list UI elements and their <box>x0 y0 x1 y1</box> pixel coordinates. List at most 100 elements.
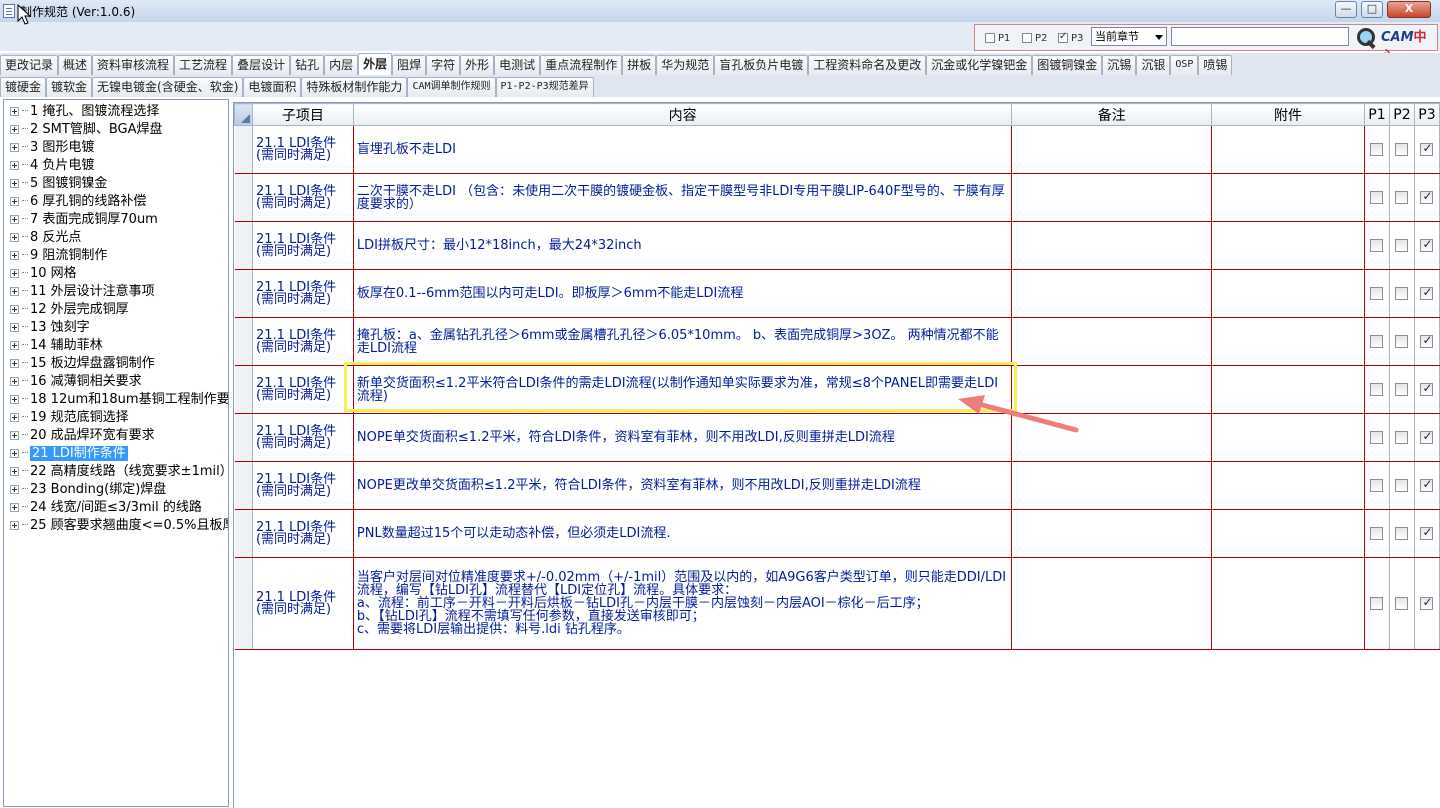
tab-row1-16[interactable]: 工程资料命名及更改 <box>808 55 927 75</box>
tab-row1-19[interactable]: 沉锡 <box>1102 55 1137 75</box>
p1-filter-checkbox[interactable]: P1 <box>985 31 1010 45</box>
cell-remark[interactable] <box>1011 173 1213 222</box>
expand-icon[interactable] <box>10 341 19 350</box>
expand-icon[interactable] <box>10 503 19 512</box>
cell-content[interactable]: NOPE更改单交货面积≤1.2平米，符合LDI条件，资料室有菲林，则不用改LDI… <box>353 461 1013 510</box>
p3-filter-checkbox[interactable]: P3 <box>1058 31 1083 45</box>
cell-attachment[interactable] <box>1211 557 1365 650</box>
p2-checkbox[interactable] <box>1395 335 1409 348</box>
table-row[interactable]: 21.1 LDI条件(需同时满足) 二次干膜不走LDI （包含：未使用二次干膜的镀… <box>234 173 1440 222</box>
p3-checkbox[interactable] <box>1420 382 1434 396</box>
header-remark[interactable]: 备注 <box>1011 103 1213 126</box>
cell-content[interactable]: 新单交货面积≤1.2平米符合LDI条件的需走LDI流程(以制作通知单实际要求为准… <box>353 365 1013 414</box>
cell-sub-item[interactable]: 21.1 LDI条件(需同时满足) <box>252 461 354 510</box>
tab-row2-5[interactable]: CAM调单制作规则 <box>407 77 496 97</box>
expand-icon[interactable] <box>10 251 19 260</box>
close-button[interactable]: X <box>1387 1 1431 18</box>
cell-remark[interactable] <box>1011 317 1213 366</box>
cell-sub-item[interactable]: 21.1 LDI条件(需同时满足) <box>252 125 354 174</box>
p1-checkbox[interactable] <box>1370 479 1384 492</box>
p3-checkbox[interactable] <box>1420 478 1434 492</box>
cell-attachment[interactable] <box>1211 413 1365 462</box>
search-input[interactable] <box>1171 27 1349 46</box>
table-row[interactable]: 21.1 LDI条件(需同时满足) LDI拼板尺寸：最小12*18inch，最大2… <box>234 221 1440 270</box>
expand-icon[interactable] <box>10 413 19 422</box>
tab-row2-1[interactable]: 镀软金 <box>46 77 93 97</box>
expand-icon[interactable] <box>10 179 19 188</box>
tab-row2-2[interactable]: 无镍电镀金(含硬金、软金) <box>92 77 244 97</box>
expand-icon[interactable] <box>10 197 19 206</box>
tab-row2-6[interactable]: P1-P2-P3规范差异 <box>495 77 594 97</box>
expand-icon[interactable] <box>10 125 19 134</box>
tree-item[interactable]: 3 图形电镀 <box>10 139 94 157</box>
header-attachment[interactable]: 附件 <box>1211 103 1365 126</box>
expand-icon[interactable] <box>10 233 19 242</box>
p1-checkbox[interactable] <box>1370 527 1384 540</box>
cell-content[interactable]: 当客户对层间对位精准度要求+/-0.02mm（+/-1mil）范围及以内的，如A… <box>353 557 1013 650</box>
tab-row1-7[interactable]: 外层 <box>358 53 393 75</box>
tab-row1-4[interactable]: 叠层设计 <box>232 55 291 75</box>
cell-sub-item[interactable]: 21.1 LDI条件(需同时满足) <box>252 365 354 414</box>
expand-icon[interactable] <box>10 521 19 530</box>
p2-checkbox[interactable] <box>1395 431 1409 444</box>
expand-icon[interactable] <box>10 305 19 314</box>
p3-checkbox[interactable] <box>1420 334 1434 348</box>
tree-item[interactable]: 19 规范底铜选择 <box>10 409 129 427</box>
cell-attachment[interactable] <box>1211 221 1365 270</box>
table-row[interactable]: 21.1 LDI条件(需同时满足) 新单交货面积≤1.2平米符合LDI条件的需走L… <box>234 365 1440 414</box>
cell-content[interactable]: 掩孔板：a、金属钻孔孔径＞6mm或金属槽孔孔径＞6.05*10mm。 b、表面完… <box>353 317 1013 366</box>
tab-row1-22[interactable]: 喷锡 <box>1198 55 1233 75</box>
tab-row1-11[interactable]: 电测试 <box>494 55 541 75</box>
tree-item[interactable]: 14 辅助菲林 <box>10 337 103 355</box>
tab-row1-9[interactable]: 字符 <box>426 55 461 75</box>
cell-remark[interactable] <box>1011 269 1213 318</box>
p1-checkbox[interactable] <box>1370 287 1384 300</box>
search-button[interactable] <box>1353 25 1379 50</box>
tree-item[interactable]: 9 阻流铜制作 <box>10 247 107 265</box>
tab-row1-0[interactable]: 更改记录 <box>0 55 59 75</box>
tree-item[interactable]: 5 图镀铜镍金 <box>10 175 107 193</box>
cell-sub-item[interactable]: 21.1 LDI条件(需同时满足) <box>252 221 354 270</box>
cell-remark[interactable] <box>1011 221 1213 270</box>
row-selector[interactable] <box>234 269 253 318</box>
tab-row1-1[interactable]: 概述 <box>58 55 93 75</box>
expand-icon[interactable] <box>10 269 19 278</box>
expand-icon[interactable] <box>10 215 19 224</box>
tree-item[interactable]: 4 负片电镀 <box>10 157 94 175</box>
tab-row1-6[interactable]: 内层 <box>324 55 359 75</box>
cell-remark[interactable] <box>1011 365 1213 414</box>
tree-item[interactable]: 15 板边焊盘露铜制作 <box>10 355 155 373</box>
p1-checkbox[interactable] <box>1370 191 1384 204</box>
cell-remark[interactable] <box>1011 461 1213 510</box>
tree-item[interactable]: 23 Bonding(绑定)焊盘 <box>10 481 166 499</box>
header-p2[interactable]: P2 <box>1388 103 1415 126</box>
cell-sub-item[interactable]: 21.1 LDI条件(需同时满足) <box>252 173 354 222</box>
tab-row1-5[interactable]: 钻孔 <box>290 55 325 75</box>
expand-icon[interactable] <box>10 467 19 476</box>
grid-corner[interactable] <box>234 103 253 126</box>
cell-attachment[interactable] <box>1211 173 1365 222</box>
row-selector[interactable] <box>234 125 253 174</box>
expand-icon[interactable] <box>10 377 19 386</box>
table-row[interactable]: 21.1 LDI条件(需同时满足) PNL数量超过15个可以走动态补偿，但必须走L… <box>234 509 1440 558</box>
minimize-button[interactable]: — <box>1335 1 1357 18</box>
tree-item[interactable]: 22 高精度线路（线宽要求±1mil） <box>10 463 228 481</box>
cell-attachment[interactable] <box>1211 269 1365 318</box>
p3-checkbox[interactable] <box>1420 430 1434 444</box>
tab-row1-17[interactable]: 沉金或化学镍钯金 <box>926 55 1033 75</box>
table-row[interactable]: 21.1 LDI条件(需同时满足) NOPE单交货面积≤1.2平米，符合LDI条件… <box>234 413 1440 462</box>
p3-checkbox[interactable] <box>1420 596 1434 610</box>
cell-sub-item[interactable]: 21.1 LDI条件(需同时满足) <box>252 509 354 558</box>
tab-row2-4[interactable]: 特殊板材制作能力 <box>301 77 408 97</box>
tree-item[interactable]: 24 线宽/间距≤3/3mil 的线路 <box>10 499 202 517</box>
cell-attachment[interactable] <box>1211 317 1365 366</box>
table-row[interactable]: 21.1 LDI条件(需同时满足) 掩孔板：a、金属钻孔孔径＞6mm或金属槽孔孔径… <box>234 317 1440 366</box>
header-content[interactable]: 内容 <box>352 103 1013 126</box>
header-p1[interactable]: P1 <box>1363 103 1390 126</box>
tree-item[interactable]: 11 外层设计注意事项 <box>10 283 155 301</box>
header-p3[interactable]: P3 <box>1413 103 1440 126</box>
tab-row1-18[interactable]: 图镀铜镍金 <box>1032 55 1103 75</box>
expand-icon[interactable] <box>10 161 19 170</box>
table-row[interactable]: 21.1 LDI条件(需同时满足) 当客户对层间对位精准度要求+/-0.02mm（… <box>234 557 1440 650</box>
expand-icon[interactable] <box>10 431 19 440</box>
